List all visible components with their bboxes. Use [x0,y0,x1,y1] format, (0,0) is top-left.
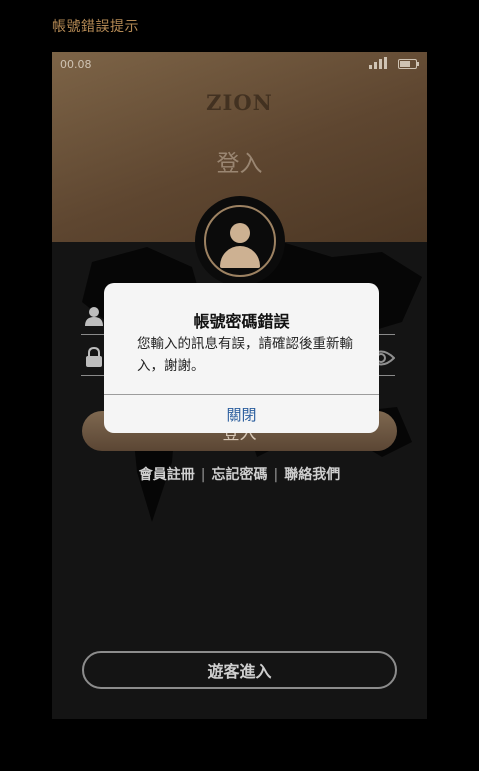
contact-us-link[interactable]: 聯絡我們 [284,467,340,483]
user-icon [85,307,103,326]
battery-icon [398,59,419,69]
screen-title: 登入 [216,151,263,177]
link-separator: | [273,467,279,483]
guest-login-button[interactable]: 遊客進入 [82,651,397,689]
status-time: 00.08 [60,58,92,71]
alert-title: 帳號密碼錯誤 [193,312,290,331]
status-bar: 00.08 [52,52,427,76]
avatar-icon [204,205,276,277]
lock-icon [86,347,102,367]
footer-links: 會員註冊 | 忘記密碼 | 聯絡我們 [52,464,427,484]
alert-close-button[interactable]: 關閉 [104,395,379,433]
error-alert-dialog: 帳號密碼錯誤 您輸入的訊息有誤，請確認後重新輸入，謝謝。 關閉 [104,283,379,433]
forgot-password-link[interactable]: 忘記密碼 [212,467,268,483]
alert-message: 您輸入的訊息有誤，請確認後重新輸入，謝謝。 [137,336,353,374]
brand-logo: ZION [206,90,273,115]
page-caption: 帳號錯誤提示 [52,19,139,35]
link-separator: | [200,467,206,483]
signal-icon [369,57,387,69]
avatar [195,196,285,286]
register-link[interactable]: 會員註冊 [139,467,195,483]
